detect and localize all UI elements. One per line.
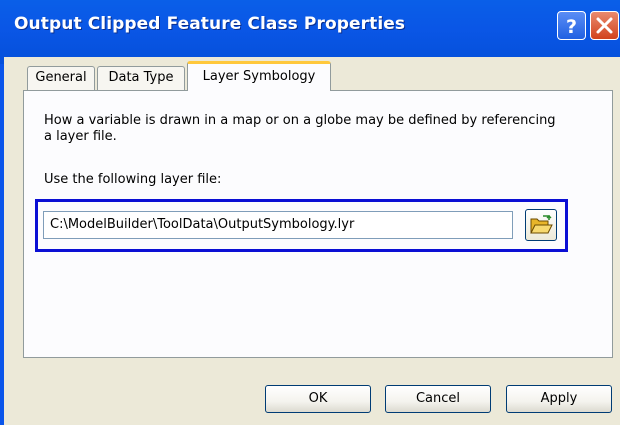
tab-data-type[interactable]: Data Type — [97, 66, 185, 90]
tab-general[interactable]: General — [27, 66, 95, 90]
help-icon: ? — [566, 16, 577, 38]
layer-file-path-input[interactable]: C:\ModelBuilder\ToolData\OutputSymbology… — [43, 211, 513, 239]
close-icon — [596, 17, 613, 34]
title-bar[interactable]: Output Clipped Feature Class Properties … — [0, 0, 620, 64]
tab-layer-symbology[interactable]: Layer Symbology — [187, 61, 331, 91]
close-button[interactable] — [590, 11, 619, 40]
cancel-button[interactable]: Cancel — [385, 385, 491, 413]
help-button[interactable]: ? — [557, 11, 586, 40]
dialog-window: Output Clipped Feature Class Properties … — [0, 0, 620, 425]
layer-file-label: Use the following layer file: — [44, 172, 222, 187]
open-folder-icon — [530, 215, 553, 234]
window-title: Output Clipped Feature Class Properties — [14, 14, 406, 34]
browse-button[interactable] — [525, 209, 557, 241]
description-text: How a variable is drawn in a map or on a… — [44, 113, 556, 144]
apply-button[interactable]: Apply — [506, 385, 612, 413]
svg-text:?: ? — [566, 16, 577, 38]
ok-button[interactable]: OK — [265, 385, 371, 413]
